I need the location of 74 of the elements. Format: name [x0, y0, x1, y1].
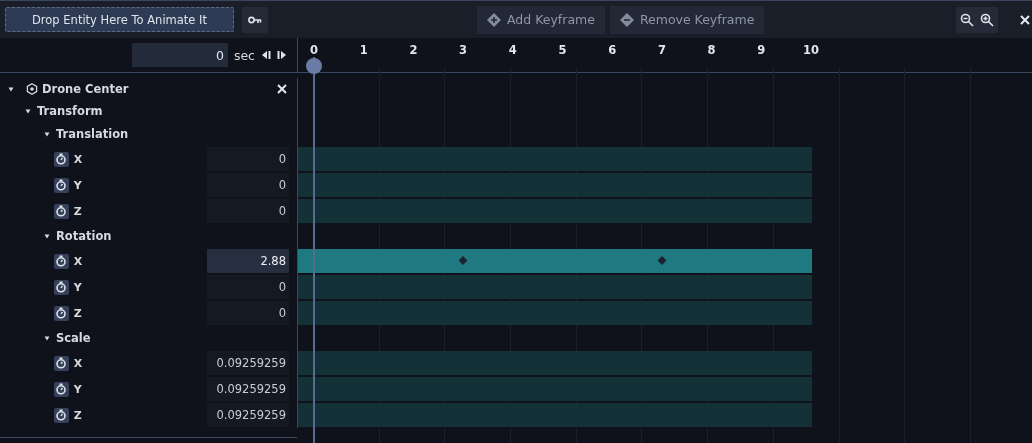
ruler-tick: 9: [757, 43, 766, 57]
close-icon[interactable]: [277, 84, 287, 94]
value-field[interactable]: 0: [207, 301, 289, 325]
ruler-tick: 7: [657, 43, 666, 57]
playhead-handle[interactable]: [306, 58, 322, 74]
channel-label: Y: [73, 280, 83, 294]
ruler-tick: 3: [459, 43, 468, 57]
channel-label: Z: [73, 204, 83, 218]
next-keyframe-icon[interactable]: [277, 50, 287, 60]
diamond-plus-icon: [487, 12, 501, 27]
stopwatch-icon[interactable]: [54, 177, 69, 193]
diamond-minus-icon: [619, 12, 634, 27]
stopwatch-icon[interactable]: [54, 151, 69, 167]
entity-icon: [26, 83, 38, 95]
property-name: Scale: [56, 331, 91, 345]
ruler-tick: 4: [508, 43, 517, 57]
value-field[interactable]: 0: [207, 147, 289, 171]
ruler-tick: 2: [409, 43, 418, 57]
add-keyframe-button[interactable]: Add Keyframe: [477, 5, 605, 34]
value-field[interactable]: 0.09259259: [207, 377, 289, 401]
zoom-out-icon[interactable]: [960, 12, 974, 27]
track-bar[interactable]: [298, 301, 812, 325]
channel-label: Y: [73, 178, 83, 192]
value-field[interactable]: 0.09259259: [207, 351, 289, 375]
caret-icon[interactable]: [44, 335, 50, 341]
channel-label: X: [73, 152, 84, 166]
channel-label: Z: [73, 408, 83, 422]
track-bar[interactable]: [298, 249, 812, 273]
stopwatch-icon[interactable]: [54, 253, 69, 269]
caret-icon[interactable]: [44, 131, 50, 137]
time-unit: sec: [233, 47, 255, 63]
value-field[interactable]: 0: [207, 199, 289, 223]
drop-target[interactable]: Drop Entity Here To Animate It: [5, 7, 234, 32]
ruler-tick: 10: [803, 43, 819, 57]
value-field[interactable]: 0: [207, 173, 289, 197]
stopwatch-icon[interactable]: [54, 279, 69, 295]
ruler-tick: 1: [359, 43, 368, 57]
zoom-in-icon[interactable]: [980, 12, 994, 27]
track-bar[interactable]: [298, 275, 812, 299]
previous-keyframe-icon[interactable]: [261, 50, 271, 60]
keyframe-icon[interactable]: [458, 256, 468, 265]
track-bar[interactable]: [298, 147, 812, 171]
stopwatch-icon[interactable]: [54, 355, 69, 371]
value-field[interactable]: 0: [207, 275, 289, 299]
keyframe-icon[interactable]: [657, 256, 667, 265]
ruler-tick: 8: [707, 43, 716, 57]
property-name: Rotation: [56, 229, 112, 243]
caret-icon[interactable]: [44, 233, 50, 239]
caret-icon[interactable]: [8, 86, 14, 92]
channel-label: Y: [73, 382, 83, 396]
ruler-tick: 0: [310, 43, 318, 57]
caret-icon[interactable]: [25, 108, 31, 114]
value-field[interactable]: 2.88: [207, 249, 289, 273]
key-icon[interactable]: [242, 6, 268, 33]
entity-name: Drone Center: [42, 82, 129, 96]
track-bar[interactable]: [298, 173, 812, 197]
stopwatch-icon[interactable]: [54, 203, 69, 219]
track-bar[interactable]: [298, 403, 812, 427]
value-field[interactable]: 0.09259259: [207, 403, 289, 427]
ruler-tick: 6: [608, 43, 617, 57]
time-field[interactable]: 0: [131, 43, 228, 67]
stopwatch-icon[interactable]: [54, 407, 69, 423]
component-name: Transform: [37, 104, 103, 118]
track-bar[interactable]: [298, 377, 812, 401]
channel-label: Z: [73, 306, 83, 320]
track-bar[interactable]: [298, 199, 812, 223]
remove-keyframe-button[interactable]: Remove Keyframe: [609, 5, 765, 34]
ruler-tick: 5: [558, 43, 567, 57]
track-bar[interactable]: [298, 351, 812, 375]
channel-label: X: [73, 356, 84, 370]
channel-label: X: [73, 254, 84, 268]
stopwatch-icon[interactable]: [54, 305, 69, 321]
stopwatch-icon[interactable]: [54, 381, 69, 397]
property-name: Translation: [56, 127, 129, 141]
